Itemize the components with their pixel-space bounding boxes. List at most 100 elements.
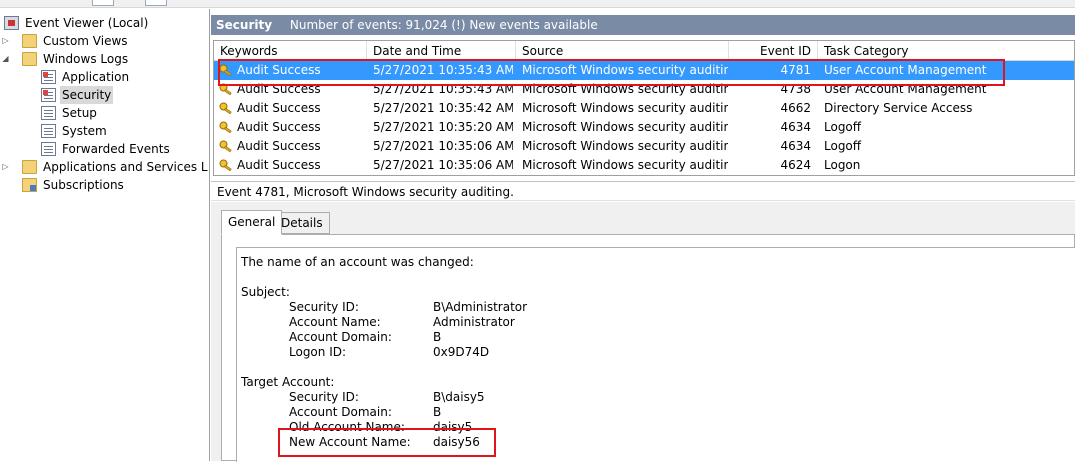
keyword-cell: Audit Success (237, 139, 321, 153)
tree-item-event-viewer[interactable]: Event Viewer (Local) (4, 14, 150, 32)
collapse-arrow-icon[interactable]: ◢ (0, 50, 11, 68)
source-cell: Microsoft Windows security auditing. (522, 63, 728, 77)
source-cell: Microsoft Windows security auditing. (522, 101, 728, 115)
task-category-cell: Directory Service Access (824, 101, 973, 115)
log-header: Security Number of events: 91,024 (!) Ne… (211, 15, 1075, 35)
log-icon (41, 106, 56, 120)
audit-key-icon (219, 159, 232, 172)
event-id-cell: 4662 (780, 101, 811, 115)
keyword-cell: Audit Success (237, 82, 321, 96)
tree-item-custom-views[interactable]: ▷ Custom Views (2, 32, 130, 50)
log-icon (41, 124, 56, 138)
subject-heading: Subject: (241, 285, 290, 299)
tree-item-subscriptions[interactable]: Subscriptions (22, 176, 126, 194)
field-value: B\daisy5 (433, 390, 485, 404)
event-id-cell: 4624 (780, 158, 811, 172)
task-category-cell: Logoff (824, 139, 862, 153)
field-label: Account Domain: (289, 405, 392, 419)
folder-icon (22, 34, 37, 48)
field-value: Administrator (433, 315, 515, 329)
description-intro: The name of an account was changed: (241, 255, 474, 269)
event-detail-area: General Details The name of an account w… (211, 202, 1075, 462)
field-value: 0x9D74D (433, 345, 490, 359)
field-label: Account Name: (289, 315, 381, 329)
column-header-keywords[interactable]: Keywords (214, 41, 367, 61)
keyword-cell: Audit Success (237, 63, 321, 77)
tree-item-security[interactable]: Security (41, 86, 114, 104)
task-category-cell: User Account Management (824, 63, 987, 77)
audit-key-icon (219, 121, 232, 134)
source-cell: Microsoft Windows security auditing. (522, 82, 728, 96)
date-cell: 5/27/2021 10:35:20 AM (373, 120, 513, 134)
event-description[interactable]: The name of an account was changed: Subj… (236, 247, 1075, 462)
toolbar-strip (0, 0, 1075, 8)
event-row[interactable]: Audit Success 5/27/2021 10:35:42 AM Micros… (214, 99, 1074, 118)
column-header-date[interactable]: Date and Time (367, 41, 516, 61)
column-header-event-id[interactable]: Event ID (729, 41, 818, 61)
expand-arrow-icon[interactable]: ▷ (0, 158, 11, 176)
field-value: daisy5 (433, 420, 473, 434)
date-cell: 5/27/2021 10:35:06 AM (373, 139, 513, 153)
source-cell: Microsoft Windows security auditing. (522, 120, 728, 134)
log-icon (41, 70, 56, 84)
field-value: B\Administrator (433, 300, 528, 314)
expand-arrow-icon[interactable]: ▷ (0, 32, 11, 50)
audit-key-icon (219, 102, 232, 115)
event-id-cell: 4634 (780, 120, 811, 134)
field-value-new-account-name: daisy56 (433, 435, 480, 449)
grid-header: Keywords Date and Time Source Event ID T… (214, 41, 1074, 61)
field-label: Security ID: (289, 300, 359, 314)
field-value: B (433, 330, 442, 344)
event-id-cell: 4634 (780, 139, 811, 153)
folder-icon (22, 160, 37, 174)
main-pane: Security Number of events: 91,024 (!) Ne… (211, 9, 1075, 462)
field-label: Old Account Name: (289, 420, 405, 434)
audit-key-icon (219, 140, 232, 153)
tree-item-applications-services[interactable]: ▷ Applications and Services L (2, 158, 209, 176)
event-detail-title: Event 4781, Microsoft Windows security a… (211, 181, 1075, 201)
audit-key-icon (219, 64, 232, 77)
keyword-cell: Audit Success (237, 158, 321, 172)
tree-item-application[interactable]: Application (41, 68, 131, 86)
event-row[interactable]: Audit Success 5/27/2021 10:35:43 AM Micros… (214, 61, 1074, 80)
audit-key-icon (219, 83, 232, 96)
event-row[interactable]: Audit Success 5/27/2021 10:35:43 AM Micros… (214, 80, 1074, 99)
source-cell: Microsoft Windows security auditing. (522, 139, 728, 153)
log-icon (41, 88, 56, 102)
column-header-source[interactable]: Source (516, 41, 729, 61)
field-label: Security ID: (289, 390, 359, 404)
tree-item-setup[interactable]: Setup (41, 104, 99, 122)
keyword-cell: Audit Success (237, 101, 321, 115)
event-row[interactable]: Audit Success 5/27/2021 10:35:06 AM Micros… (214, 137, 1074, 156)
toolbar-button[interactable] (92, 0, 114, 6)
log-icon (41, 142, 56, 156)
subscriptions-icon (22, 178, 37, 192)
tab-general[interactable]: General (221, 210, 283, 235)
event-viewer-icon (4, 16, 19, 30)
event-row[interactable]: Audit Success 5/27/2021 10:35:20 AM Micros… (214, 118, 1074, 137)
tree-item-forwarded-events[interactable]: Forwarded Events (41, 140, 172, 158)
toolbar-button[interactable] (145, 0, 167, 6)
task-category-cell: User Account Management (824, 82, 987, 96)
field-value: B (433, 405, 442, 419)
field-label: Account Domain: (289, 330, 392, 344)
tree-item-system[interactable]: System (41, 122, 109, 140)
task-category-cell: Logoff (824, 120, 862, 134)
event-id-cell: 4781 (780, 63, 811, 77)
tree-item-windows-logs[interactable]: ◢ Windows Logs (2, 50, 130, 68)
source-cell: Microsoft Windows security auditing. (522, 158, 728, 172)
log-name: Security (216, 18, 273, 32)
event-row[interactable]: Audit Success 5/27/2021 10:35:06 AM Micros… (214, 156, 1074, 175)
date-cell: 5/27/2021 10:35:43 AM (373, 63, 513, 77)
target-heading: Target Account: (241, 375, 335, 389)
field-label-new-account-name: New Account Name: (289, 435, 411, 449)
events-grid: Keywords Date and Time Source Event ID T… (213, 40, 1075, 176)
keyword-cell: Audit Success (237, 120, 321, 134)
date-cell: 5/27/2021 10:35:42 AM (373, 101, 513, 115)
date-cell: 5/27/2021 10:35:43 AM (373, 82, 513, 96)
tab-details[interactable]: Details (274, 212, 330, 234)
column-header-task-category[interactable]: Task Category (818, 41, 1074, 61)
date-cell: 5/27/2021 10:35:06 AM (373, 158, 513, 172)
field-label: Logon ID: (289, 345, 347, 359)
event-id-cell: 4738 (780, 82, 811, 96)
